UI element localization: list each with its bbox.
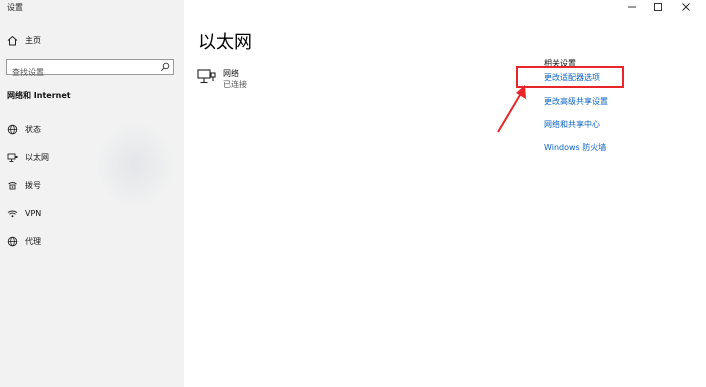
close-icon: [682, 3, 690, 11]
sidebar-item-proxy[interactable]: 代理: [0, 231, 184, 251]
home-button[interactable]: 主页: [0, 30, 184, 50]
vpn-icon: [6, 207, 18, 219]
windows-firewall-link[interactable]: Windows 防火墙: [544, 142, 606, 153]
minimize-icon: [628, 6, 636, 8]
sidebar-item-ethernet[interactable]: 以太网: [0, 147, 184, 167]
sidebar-item-label: 代理: [25, 236, 41, 246]
search-icon[interactable]: [160, 62, 170, 72]
annotation-arrow-icon: [497, 85, 526, 133]
sidebar-item-label: 状态: [25, 124, 41, 134]
ethernet-network-icon: [197, 69, 216, 84]
change-advanced-sharing-link[interactable]: 更改高级共享设置: [544, 96, 608, 107]
sidebar: 设置 主页 网络和 Internet 状态 以太网: [0, 0, 184, 387]
ethernet-icon: [6, 151, 18, 163]
home-icon: [6, 34, 18, 46]
search-box[interactable]: [6, 59, 174, 80]
sidebar-item-dialup[interactable]: 拨号: [0, 175, 184, 195]
close-button[interactable]: [672, 0, 700, 14]
maximize-button[interactable]: [644, 0, 672, 14]
network-sharing-center-link[interactable]: 网络和共享中心: [544, 119, 600, 130]
change-adapter-options-link[interactable]: 更改适配器选项: [544, 72, 600, 83]
sidebar-item-vpn[interactable]: VPN: [0, 203, 184, 223]
home-label: 主页: [25, 35, 41, 45]
settings-window: 设置 主页 网络和 Internet 状态 以太网: [0, 0, 706, 387]
sidebar-item-label: 拨号: [25, 180, 41, 190]
sidebar-item-status[interactable]: 状态: [0, 119, 184, 139]
status-globe-icon: [6, 123, 18, 135]
network-name: 网络: [223, 69, 239, 78]
network-status: 已连接: [223, 80, 247, 89]
network-connection[interactable]: 网络 已连接: [197, 66, 397, 92]
sidebar-item-label: 以太网: [25, 152, 49, 162]
window-title: 设置: [7, 3, 23, 12]
page-title: 以太网: [198, 32, 252, 53]
search-input[interactable]: [7, 65, 152, 80]
section-title: 网络和 Internet: [7, 91, 71, 100]
dialup-icon: [6, 179, 18, 191]
proxy-globe-icon: [6, 235, 18, 247]
sidebar-item-label: VPN: [25, 208, 42, 218]
minimize-button[interactable]: [618, 0, 646, 14]
maximize-icon: [654, 3, 662, 11]
